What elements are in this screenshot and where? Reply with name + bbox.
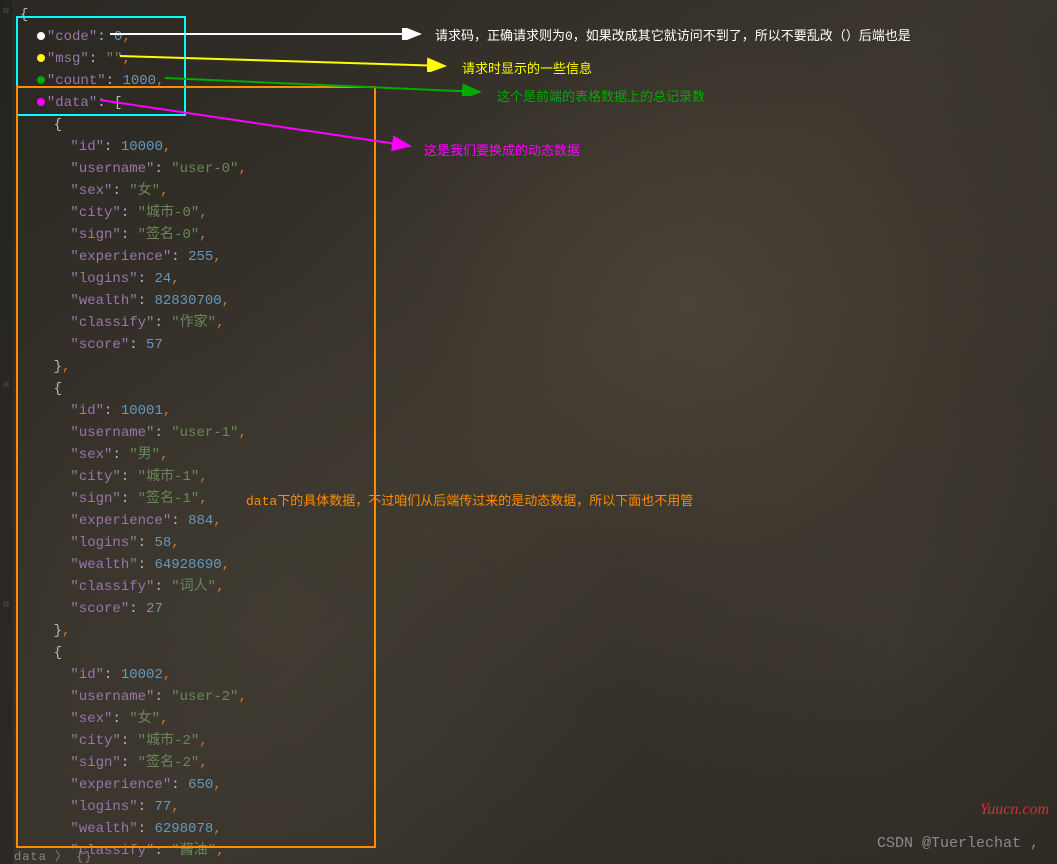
watermark-csdn: CSDN @Tuerlechat ,	[877, 835, 1039, 852]
code-line: },	[20, 356, 1057, 378]
annotation-code: 请求码，正确请求则为0，如果改成其它就访问不到了，所以不要乱改（）后端也是	[435, 25, 911, 44]
code-line: "experience": 884,	[20, 510, 1057, 532]
code-line: "sign": "签名-2",	[20, 752, 1057, 774]
annotation-count: 这个是前端的表格数据上的总记录数	[497, 86, 705, 105]
code-line: "wealth": 82830700,	[20, 290, 1057, 312]
annotation-msg: 请求时显示的一些信息	[462, 58, 592, 77]
code-line: {	[20, 378, 1057, 400]
code-line: "experience": 650,	[20, 774, 1057, 796]
code-line: "city": "城市-0",	[20, 202, 1057, 224]
code-line: "classify": "词人",	[20, 576, 1057, 598]
code-line: "username": "user-2",	[20, 686, 1057, 708]
code-line: "sex": "女",	[20, 180, 1057, 202]
code-line: {	[20, 642, 1057, 664]
code-line: "experience": 255,	[20, 246, 1057, 268]
code-line: "sex": "男",	[20, 444, 1057, 466]
code-line: "username": "user-1",	[20, 422, 1057, 444]
watermark-site: Yuucn.com	[980, 801, 1049, 819]
code-line: "classify": "作家",	[20, 312, 1057, 334]
code-line: "wealth": 64928690,	[20, 554, 1057, 576]
code-line: "score": 27	[20, 598, 1057, 620]
code-editor[interactable]: { "code": 0, "msg": "", "count": 1000, "…	[0, 0, 1057, 862]
code-line: "id": 10002,	[20, 664, 1057, 686]
code-line: "logins": 77,	[20, 796, 1057, 818]
breadcrumb[interactable]: data 〉 {}	[14, 847, 93, 864]
code-line: "id": 10001,	[20, 400, 1057, 422]
code-line: "score": 57	[20, 334, 1057, 356]
code-line: },	[20, 620, 1057, 642]
code-line: "username": "user-0",	[20, 158, 1057, 180]
annotation-body: data下的具体数据，不过咱们从后端传过来的是动态数据，所以下面也不用管	[246, 490, 693, 509]
code-line: "sign": "签名-0",	[20, 224, 1057, 246]
code-line: "logins": 24,	[20, 268, 1057, 290]
code-line: "sex": "女",	[20, 708, 1057, 730]
code-line: "city": "城市-1",	[20, 466, 1057, 488]
annotation-data: 这是我们要换成的动态数据	[424, 140, 580, 159]
code-line: "logins": 58,	[20, 532, 1057, 554]
code-line: {	[20, 4, 1057, 26]
code-line: {	[20, 114, 1057, 136]
code-line: "city": "城市-2",	[20, 730, 1057, 752]
